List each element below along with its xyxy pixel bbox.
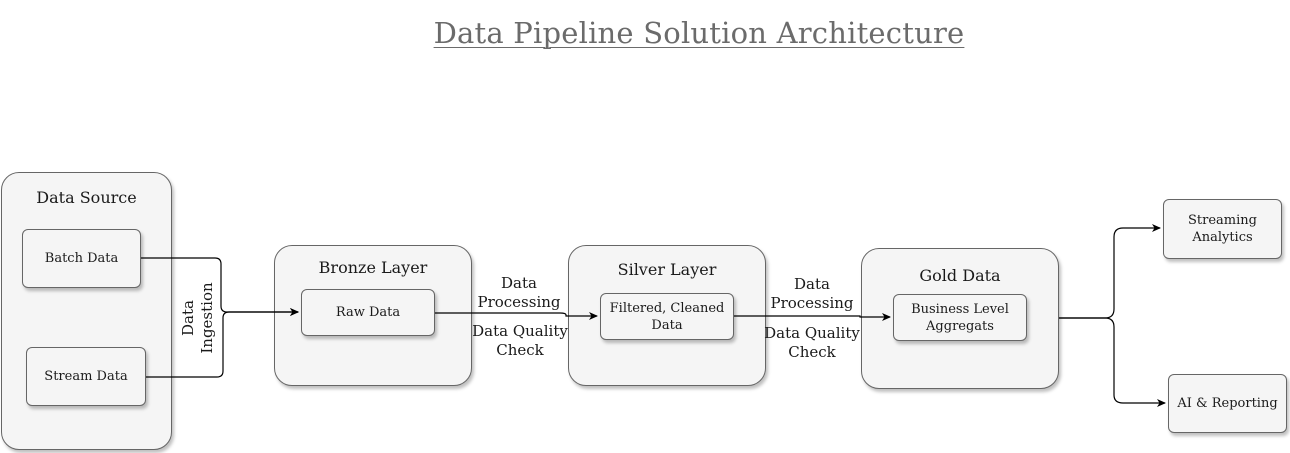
edge-business-to-ai (1059, 317, 1166, 407)
edge-business-to-streaming (1059, 224, 1161, 319)
edge-raw-to-filtered (435, 312, 598, 320)
data-processing-label-1: Data Processing (477, 274, 561, 311)
edge-filtered-to-business (734, 313, 891, 321)
data-ingestion-label: Data Ingestion (179, 282, 216, 354)
data-processing-label-2: Data Processing (770, 275, 854, 312)
data-quality-check-label-1: Data Quality Check (472, 322, 568, 359)
data-quality-check-label-2: Data Quality Check (764, 324, 860, 361)
diagram-connectors (141, 224, 1166, 407)
